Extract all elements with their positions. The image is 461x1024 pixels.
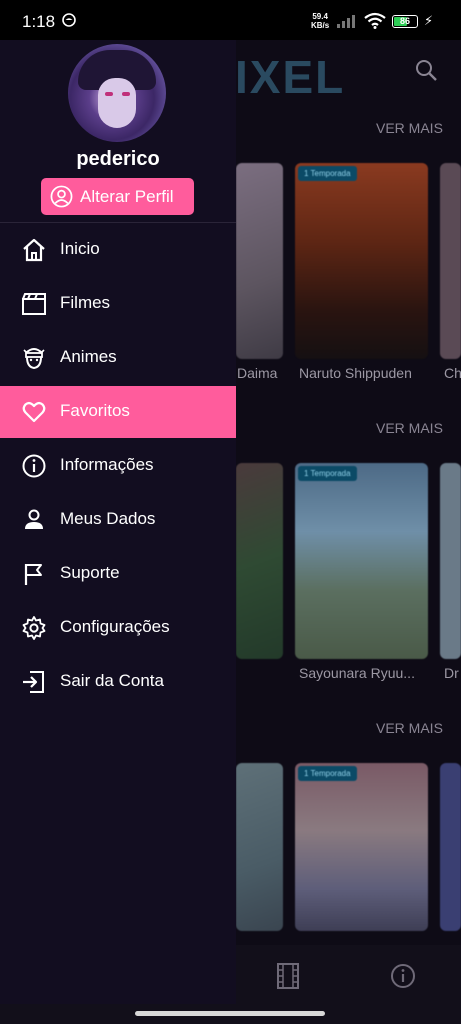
ninja-icon — [23, 348, 45, 370]
menu-item-label: Animes — [60, 347, 117, 366]
edit-profile-button[interactable]: Alterar Perfil — [41, 178, 194, 215]
signal-icon — [337, 15, 355, 28]
home-icon — [23, 238, 45, 262]
network-speed-unit: KB/s — [311, 21, 330, 30]
film-icon[interactable] — [277, 963, 299, 989]
season-badge: 1 Temporada — [298, 166, 357, 181]
menu-item-favoritos[interactable]: Favoritos — [0, 386, 236, 438]
poster-card[interactable]: 1 Temporada — [295, 763, 428, 931]
ver-mais-link[interactable]: VER MAIS — [376, 420, 443, 436]
brand-text: IXEL — [235, 51, 346, 103]
network-speed: 59.4 KB/s — [311, 12, 329, 30]
menu-item-label: Inicio — [60, 239, 100, 258]
info-icon[interactable] — [390, 963, 416, 989]
charging-icon: ⚡ — [424, 13, 434, 28]
heart-icon — [22, 401, 46, 423]
network-speed-value: 59.4 — [312, 12, 328, 21]
menu-item-label: Configurações — [60, 617, 170, 636]
brand-logo: IXEL — [235, 50, 345, 104]
search-icon[interactable] — [414, 58, 438, 82]
home-indicator[interactable] — [135, 1011, 325, 1016]
menu-item-configuracoes[interactable]: Configurações — [0, 602, 236, 654]
menu-item-inicio[interactable]: Inicio — [0, 224, 236, 276]
divider — [0, 222, 236, 223]
menu-item-sair-da-conta[interactable]: Sair da Conta — [0, 656, 236, 708]
logout-icon — [23, 671, 44, 693]
card-title: Ch — [444, 365, 461, 381]
poster-card[interactable] — [440, 763, 461, 931]
card-title: Daima — [237, 365, 278, 381]
gear-icon — [22, 616, 46, 640]
poster-card[interactable] — [236, 163, 283, 359]
status-time: 1:18 — [22, 12, 56, 31]
card-title: Sayounara Ryuu... — [299, 665, 415, 681]
avatar-eye — [122, 92, 130, 96]
avatar[interactable] — [68, 44, 166, 142]
poster-card[interactable]: 1 Temporada — [295, 163, 428, 359]
poster-card[interactable]: 1 Temporada — [295, 463, 428, 659]
battery-percent: 86 — [399, 16, 410, 26]
ver-mais-link[interactable]: VER MAIS — [376, 720, 443, 736]
menu-item-meus-dados[interactable]: Meus Dados — [0, 494, 236, 546]
avatar-eye — [105, 92, 113, 96]
menu-item-label: Sair da Conta — [60, 671, 164, 690]
edit-profile-label: Alterar Perfil — [80, 187, 174, 206]
poster-card[interactable] — [236, 763, 283, 931]
status-bar: 1:18 59.4 KB/s 86 ⚡ — [0, 0, 461, 40]
avatar-face — [98, 78, 136, 128]
ver-mais-link[interactable]: VER MAIS — [376, 120, 443, 136]
poster-card[interactable] — [440, 463, 461, 659]
menu-item-suporte[interactable]: Suporte — [0, 548, 236, 600]
user-icon — [25, 509, 43, 529]
menu-item-label: Suporte — [60, 563, 120, 582]
poster-card[interactable] — [440, 163, 461, 359]
season-badge: 1 Temporada — [298, 766, 357, 781]
menu-item-label: Meus Dados — [60, 509, 156, 528]
battery-icon: 86 — [392, 15, 418, 28]
menu-item-label: Favoritos — [60, 401, 130, 420]
user-circle-icon — [50, 185, 73, 208]
username: pederico — [76, 148, 160, 170]
wifi-icon — [364, 12, 386, 29]
navigation-drawer: pederico Alterar Perfil Inicio Filmes An… — [0, 40, 236, 1004]
flag-icon — [24, 564, 42, 585]
info-icon — [22, 454, 46, 478]
menu-item-filmes[interactable]: Filmes — [0, 278, 236, 330]
card-title: Naruto Shippuden — [299, 365, 412, 381]
card-title: Dr — [444, 665, 459, 681]
menu-item-label: Filmes — [60, 293, 111, 312]
season-badge: 1 Temporada — [298, 466, 357, 481]
menu-item-animes[interactable]: Animes — [0, 332, 236, 384]
clapperboard-icon — [22, 293, 46, 315]
menu-item-label: Informações — [60, 455, 154, 474]
poster-card[interactable] — [236, 463, 283, 659]
notification-icon — [62, 13, 76, 27]
menu-item-informacoes[interactable]: Informações — [0, 440, 236, 492]
